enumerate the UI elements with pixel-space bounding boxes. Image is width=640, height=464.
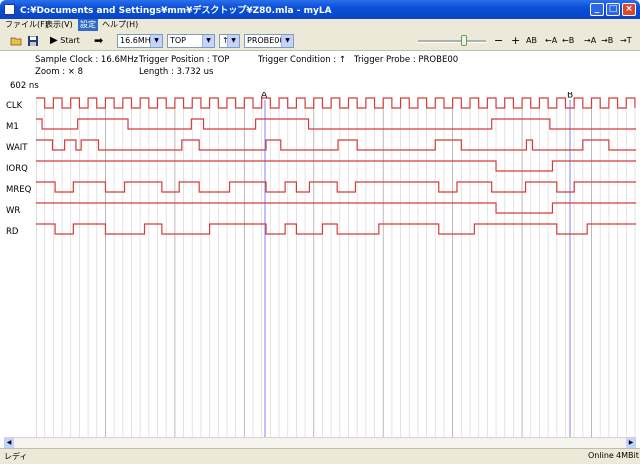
marker-a-label[interactable]: A: [261, 92, 268, 101]
online-status: Online: [588, 451, 614, 460]
time-readout: 602 ns: [10, 81, 39, 91]
trigger-position-select[interactable]: TOP ▼: [167, 34, 215, 48]
trigger-condition-text: Trigger Condition : ↑: [258, 55, 346, 65]
app-icon: [4, 4, 15, 15]
channel-label-m1: M1: [6, 122, 19, 132]
chevron-down-icon: ▼: [150, 35, 162, 47]
slider-thumb[interactable]: [461, 35, 467, 46]
minimize-button[interactable]: _: [590, 3, 604, 16]
trace-clk: [36, 97, 636, 109]
trigger-probe-select[interactable]: PROBE00 ▼: [244, 34, 294, 48]
zoom-in-button[interactable]: +: [511, 33, 520, 49]
length-text: Length : 3.732 us: [139, 67, 214, 77]
trigger-position-text: Trigger Position : TOP: [139, 55, 230, 65]
clock-select[interactable]: 16.6MHz ▼: [117, 34, 163, 48]
menu-bar: ファイル(F) 表示(V) 設定 ヘルプ(H): [0, 19, 640, 31]
marker-a-right-button[interactable]: →A: [584, 33, 596, 49]
scroll-right-icon[interactable]: ▶: [626, 438, 636, 448]
ab-button[interactable]: AB: [526, 33, 537, 49]
toolbar: ▶ Start ➡ 16.6MHz ▼ TOP ▼ ↑ ▼ PROBE00 ▼ − + …: [0, 31, 640, 51]
waveform-area[interactable]: A B: [36, 92, 636, 437]
memory-status: 4MBit: [616, 451, 639, 460]
chevron-down-icon: ▼: [227, 35, 239, 47]
menu-settings[interactable]: 設定: [78, 19, 98, 31]
trigger-probe-text: Trigger Probe : PROBE00: [354, 55, 459, 65]
trace-wait: [36, 139, 636, 151]
zoom-out-button[interactable]: −: [494, 33, 503, 49]
channel-label-iorq: IORQ: [6, 164, 28, 174]
zoom-slider[interactable]: [418, 33, 486, 49]
scroll-left-icon[interactable]: ◀: [4, 438, 14, 448]
save-icon[interactable]: [27, 33, 39, 49]
close-button[interactable]: ×: [622, 3, 636, 16]
marker-a-left-button[interactable]: ←A: [545, 33, 557, 49]
title-bar: C:¥Documents and Settings¥mm¥デスクトップ¥Z80.…: [0, 0, 640, 19]
trace-rd: [36, 223, 636, 235]
play-icon: ▶: [50, 35, 58, 46]
channel-label-clk: CLK: [6, 101, 23, 111]
sample-clock-text: Sample Clock : 16.6MHz: [35, 55, 139, 65]
trace-m1: [36, 118, 636, 130]
trace-iorq: [36, 160, 636, 172]
trigger-jump-button[interactable]: →T: [620, 33, 632, 49]
trace-mreq: [36, 181, 636, 193]
open-folder-icon[interactable]: [10, 33, 22, 49]
marker-b-left-button[interactable]: ←B: [562, 33, 574, 49]
zoom-text: Zoom : × 8: [35, 67, 84, 77]
menu-view[interactable]: 表示(V): [43, 19, 75, 31]
trigger-edge-select[interactable]: ↑ ▼: [219, 34, 240, 48]
channel-label-wr: WR: [6, 206, 21, 216]
slider-track: [418, 40, 486, 43]
menu-help[interactable]: ヘルプ(H): [100, 19, 140, 31]
arrow-right-icon[interactable]: ➡: [94, 33, 103, 49]
channel-label-mreq: MREQ: [6, 185, 32, 195]
marker-b-label[interactable]: B: [567, 92, 573, 101]
channel-label-rd: RD: [6, 227, 19, 237]
channel-label-wait: WAIT: [6, 143, 28, 153]
window-title: C:¥Documents and Settings¥mm¥デスクトップ¥Z80.…: [20, 6, 332, 16]
chevron-down-icon: ▼: [202, 35, 214, 47]
horizontal-scrollbar[interactable]: ◀ ▶: [4, 437, 636, 448]
maximize-button[interactable]: □: [606, 3, 620, 16]
trace-wr: [36, 202, 636, 214]
chevron-down-icon: ▼: [281, 35, 293, 47]
status-bar: レディ Online 4MBit: [0, 448, 640, 464]
status-text: レディ: [4, 452, 28, 461]
marker-b-right-button[interactable]: →B: [601, 33, 613, 49]
start-button[interactable]: ▶ Start: [50, 33, 80, 49]
